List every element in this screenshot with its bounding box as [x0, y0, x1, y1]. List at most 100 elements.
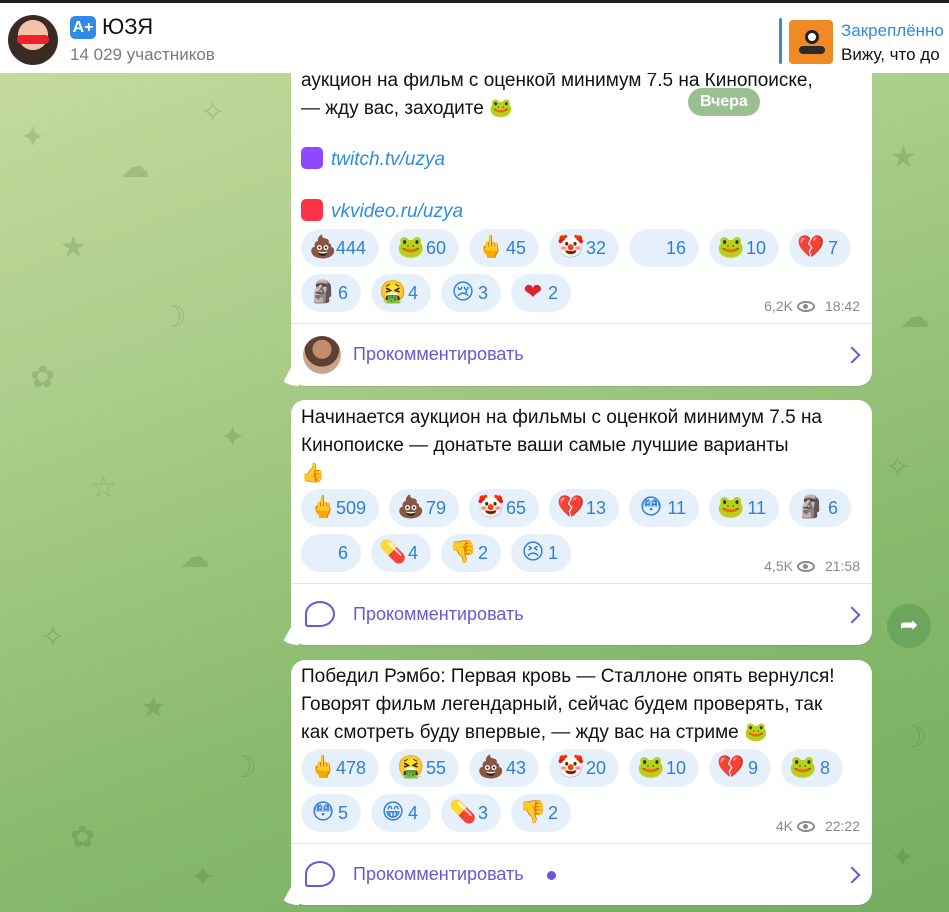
- reaction-chip[interactable]: 🐸 10: [629, 749, 699, 787]
- share-icon[interactable]: ➦: [887, 604, 931, 648]
- comment-button[interactable]: Прокомментировать: [291, 584, 872, 645]
- reaction-chip[interactable]: 🖕 509: [301, 489, 379, 527]
- reaction-chip[interactable]: 😣 1: [511, 534, 571, 572]
- vomit-emoji-icon: 🤮: [397, 755, 425, 780]
- bird-eye-graphic: [805, 30, 819, 44]
- reaction-chip[interactable]: 💩 79: [389, 489, 459, 527]
- thumbs-down-emoji-icon: 👎: [449, 540, 477, 565]
- reaction-chip[interactable]: 💊 4: [371, 534, 431, 572]
- reaction-chip[interactable]: 👎 2: [511, 794, 571, 832]
- reaction-chip[interactable]: 🗿 6: [789, 489, 851, 527]
- view-count: 6,2K: [764, 298, 793, 314]
- message-meta: 6,2K 18:42: [764, 298, 860, 314]
- moai-emoji-icon: 🗿: [797, 495, 825, 520]
- comment-label: Прокомментировать: [353, 344, 524, 364]
- chevron-right-icon: [843, 606, 861, 624]
- thumbs-down-emoji-icon: 👎: [519, 800, 547, 825]
- clown-emoji-icon: 🤡: [557, 235, 585, 260]
- message-meta: 4K 22:22: [776, 818, 860, 834]
- reaction-chip[interactable]: 🖕 478: [301, 749, 379, 787]
- broken-heart-emoji-icon: 💔: [797, 235, 825, 260]
- frog-emoji-icon: 🐸: [397, 235, 425, 260]
- reaction-chip[interactable]: 👎 2: [441, 534, 501, 572]
- reaction-chip[interactable]: 💩 43: [469, 749, 539, 787]
- message-text-line: Победил Рэмбо: Первая кровь — Сталлоне о…: [301, 666, 835, 687]
- reaction-chip[interactable]: 🤮 4: [371, 274, 431, 312]
- reaction-chip[interactable]: 🐸 60: [389, 229, 459, 267]
- comment-bubble-icon: [305, 861, 335, 887]
- subscriber-count: 14 029 участников: [70, 45, 215, 64]
- reaction-chip[interactable]: 💩 444: [301, 229, 379, 267]
- reaction-chip[interactable]: 🐸 8: [781, 749, 843, 787]
- channel-title[interactable]: ЮЗЯ: [102, 14, 153, 40]
- reaction-chip[interactable]: 🐸 10: [709, 229, 779, 267]
- pinned-thumbnail[interactable]: [789, 20, 833, 64]
- chevron-right-icon: [843, 346, 861, 364]
- reaction-chip[interactable]: 😢 3: [441, 274, 501, 312]
- twitch-link-text: twitch.tv/uzya: [331, 149, 446, 170]
- chat-header: A+ ЮЗЯ 14 029 участников Закреплённо Виж…: [0, 0, 949, 73]
- crying-emoji-icon: 😢: [451, 280, 475, 305]
- frog-emoji-icon: 🐸: [717, 235, 745, 260]
- message-text-line: 👍: [301, 463, 325, 484]
- flushed-emoji-icon: 😳: [639, 495, 663, 520]
- reaction-chip[interactable]: 🤡 32: [549, 229, 619, 267]
- clown-emoji-icon: 🤡: [557, 755, 585, 780]
- vomit-emoji-icon: 🤮: [379, 280, 407, 305]
- reaction-chip[interactable]: 16: [629, 229, 699, 267]
- view-count: 4,5K: [764, 558, 793, 574]
- commenter-avatar: [303, 336, 341, 374]
- reaction-chip[interactable]: 🖕 45: [469, 229, 539, 267]
- flushed-emoji-icon: 😳: [311, 800, 335, 825]
- persevering-emoji-icon: 😣: [521, 540, 545, 565]
- channel-avatar[interactable]: [8, 15, 58, 65]
- comment-button[interactable]: Прокомментировать: [291, 324, 872, 386]
- message-text-line: — жду вас, заходите 🐸: [301, 98, 513, 119]
- reaction-chip[interactable]: 🗿 6: [301, 274, 361, 312]
- eye-icon: [796, 560, 815, 572]
- pinned-message-preview[interactable]: Вижу, что до: [841, 45, 940, 65]
- unread-dot: [547, 871, 556, 880]
- vkvideo-icon: [301, 199, 323, 221]
- pill-emoji-icon: 💊: [449, 800, 477, 825]
- message-time: 22:22: [824, 818, 860, 834]
- frog-emoji-icon: 🐸: [717, 495, 745, 520]
- message-meta: 4,5K 21:58: [764, 558, 860, 574]
- vkvideo-link[interactable]: vkvideo.ru/uzya: [301, 199, 463, 223]
- channel-badge: A+: [70, 16, 96, 39]
- pinned-message-title[interactable]: Закреплённо: [841, 21, 944, 41]
- broken-heart-emoji-icon: 💔: [557, 495, 585, 520]
- pill-emoji-icon: 💊: [379, 540, 407, 565]
- broken-heart-emoji-icon: 💔: [717, 755, 745, 780]
- twitch-link[interactable]: twitch.tv/uzya: [301, 147, 445, 171]
- moai-emoji-icon: 🗿: [309, 280, 337, 305]
- reaction-chip[interactable]: 💔 7: [789, 229, 851, 267]
- custom-emoji-icon: [637, 234, 665, 262]
- reaction-chip[interactable]: 🐸 11: [709, 489, 779, 527]
- reaction-chip[interactable]: ❤ 2: [511, 274, 571, 312]
- comment-button[interactable]: Прокомментировать: [291, 844, 872, 905]
- reaction-chip[interactable]: 🤡 20: [549, 749, 619, 787]
- clown-emoji-icon: 🤡: [477, 495, 505, 520]
- reaction-chip[interactable]: 💔 9: [709, 749, 771, 787]
- message-time: 18:42: [824, 298, 860, 314]
- message-text-line: как смотреть буду впервые, — жду вас на …: [301, 722, 768, 743]
- reaction-chip[interactable]: 😳 5: [301, 794, 361, 832]
- reaction-chip[interactable]: 😳 11: [629, 489, 699, 527]
- comment-bubble-icon: [305, 601, 335, 627]
- message-text-line: Кинопоиске — донатьте ваши самые лучшие …: [301, 435, 789, 456]
- custom-emoji-icon: [309, 539, 337, 567]
- reaction-chip[interactable]: 😁 4: [371, 794, 431, 832]
- reaction-chip[interactable]: 💊 3: [441, 794, 501, 832]
- message-text-line: Говорят фильм легендарный, сейчас будем …: [301, 694, 823, 715]
- date-separator: Вчера: [688, 88, 760, 116]
- middle-finger-emoji-icon: 🖕: [477, 235, 505, 260]
- reaction-chip[interactable]: 6: [301, 534, 361, 572]
- message-bubble: Победил Рэмбо: Первая кровь — Сталлоне о…: [291, 660, 872, 905]
- reaction-chip[interactable]: 💔 13: [549, 489, 619, 527]
- reaction-chip[interactable]: 🤡 65: [469, 489, 539, 527]
- vkvideo-link-text: vkvideo.ru/uzya: [331, 201, 464, 222]
- message-bubble: Начинается аукцион на фильмы с оценкой м…: [291, 400, 872, 645]
- sunglasses-graphic: [17, 35, 49, 44]
- reaction-chip[interactable]: 🤮 55: [389, 749, 459, 787]
